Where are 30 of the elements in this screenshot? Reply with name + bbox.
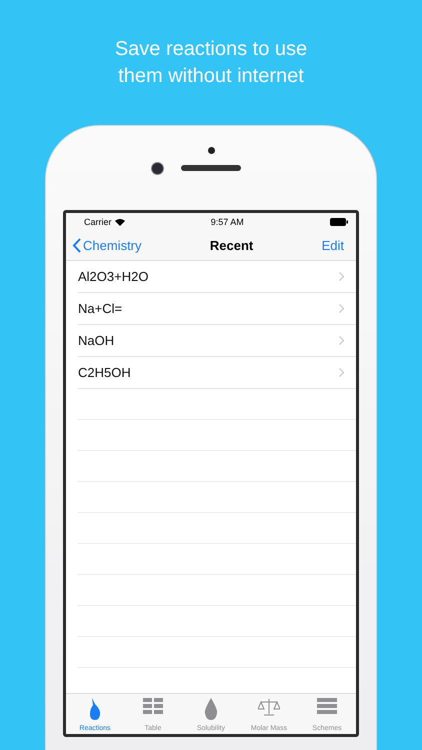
carrier-label: Carrier xyxy=(84,216,112,226)
back-button[interactable]: Chemistry xyxy=(72,238,142,252)
menu-icon xyxy=(317,698,337,714)
edit-button[interactable]: Edit xyxy=(322,238,344,252)
list-row[interactable]: Al2O3+H2O xyxy=(78,261,356,293)
battery-icon xyxy=(330,218,348,226)
row-label: NaOH xyxy=(78,333,114,348)
drop-icon xyxy=(204,698,218,720)
flame-icon xyxy=(89,698,101,720)
list-row[interactable]: NaOH xyxy=(78,325,356,357)
sensor-dot xyxy=(208,147,215,154)
chevron-icon xyxy=(339,368,344,377)
row-label: Na+Cl= xyxy=(78,301,122,316)
list-row[interactable]: Na+Cl= xyxy=(78,293,356,325)
speaker-slot xyxy=(181,165,241,171)
headline-line: Save reactions to use xyxy=(114,37,308,62)
headline-line: them without internet xyxy=(118,64,304,89)
scale-icon xyxy=(258,698,280,716)
camera-lens xyxy=(151,162,164,175)
grid-icon xyxy=(143,698,163,714)
row-label: Al2O3+H2O xyxy=(78,269,148,284)
chevron-icon xyxy=(339,336,344,345)
back-chevron-icon xyxy=(72,238,81,252)
row-label: C2H5OH xyxy=(78,365,131,380)
chevron-icon xyxy=(339,304,344,313)
list-row[interactable]: C2H5OH xyxy=(78,357,356,389)
clock-time: 9:57 AM xyxy=(210,216,244,226)
nav-title: Recent xyxy=(210,238,254,252)
wifi-icon xyxy=(114,218,125,226)
chevron-icon xyxy=(339,272,344,281)
